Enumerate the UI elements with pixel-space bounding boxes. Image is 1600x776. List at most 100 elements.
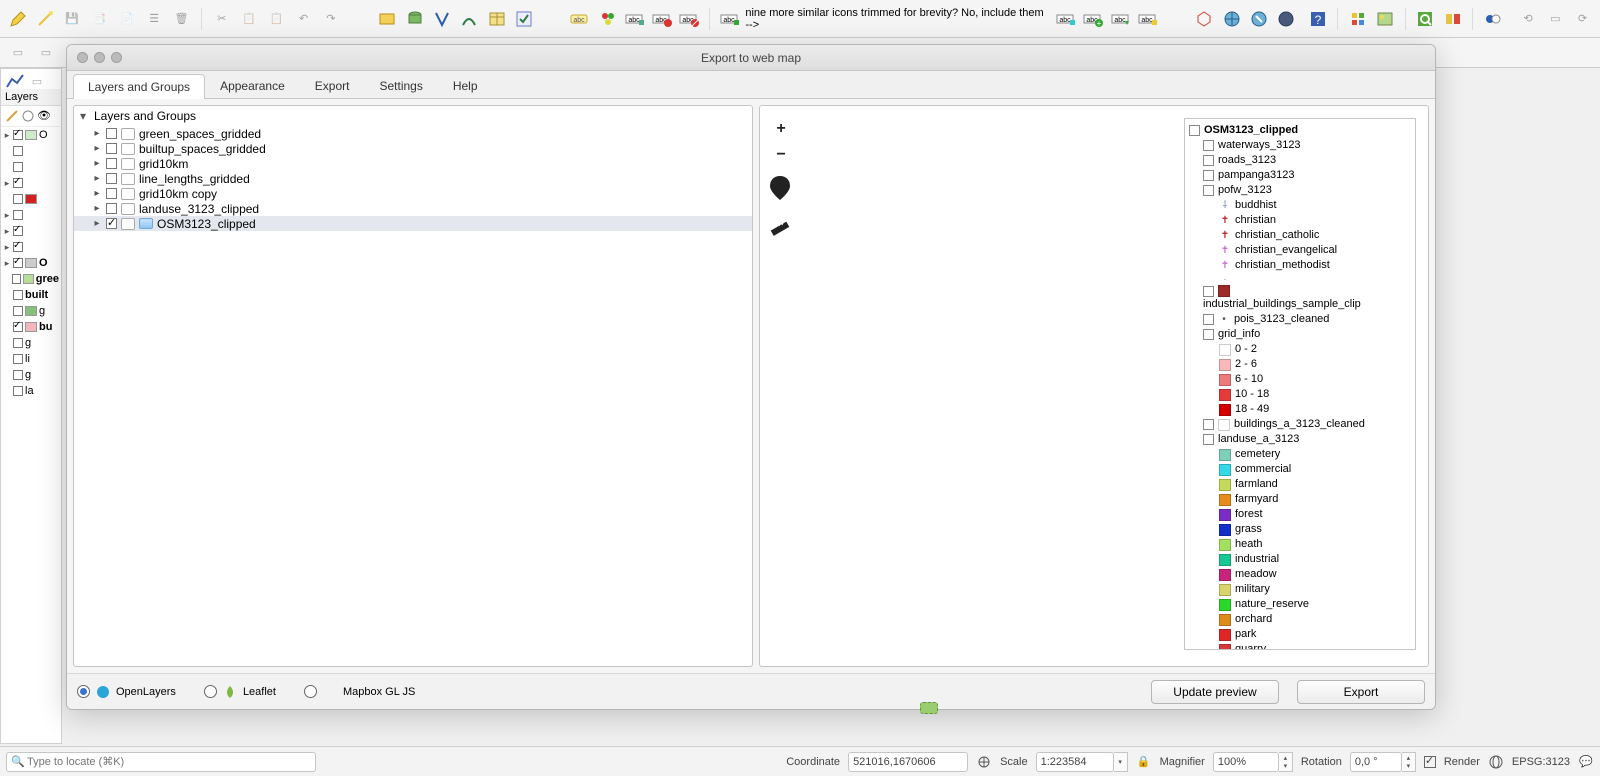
legend-row[interactable]: cemetery [1187, 447, 1413, 462]
image-icon[interactable] [1373, 7, 1396, 31]
crs-icon[interactable] [1488, 754, 1504, 770]
tree-item-landuse_3123_clipped[interactable]: ▸landuse_3123_clipped [74, 201, 752, 216]
layer-checkbox[interactable] [13, 306, 23, 316]
layer-row[interactable]: built [1, 287, 61, 303]
popup-checkbox[interactable] [121, 128, 135, 140]
tree-header[interactable]: ▾ Layers and Groups [74, 106, 752, 126]
tab-export[interactable]: Export [300, 73, 365, 98]
abc-tag-icon[interactable]: abc [569, 7, 592, 31]
attr-table-icon[interactable] [485, 7, 508, 31]
expander-icon[interactable]: ▸ [92, 203, 102, 214]
legend-row[interactable]: grid_info [1187, 327, 1413, 342]
map-preview[interactable]: + − OSM3123_clippedwaterways_3123roads_3… [759, 105, 1429, 667]
tree-item-builtup_spaces_gridded[interactable]: ▸builtup_spaces_gridded [74, 141, 752, 156]
expander-icon[interactable]: ▸ [92, 173, 102, 184]
legend-row[interactable]: •pois_3123_cleaned [1187, 312, 1413, 327]
abc-plus-icon[interactable]: abc+ [1082, 7, 1105, 31]
lock-icon[interactable]: 🔒 [1136, 754, 1152, 770]
engine-radio-leaflet[interactable]: Leaflet [204, 685, 276, 699]
legend-row[interactable]: nature_reserve [1187, 597, 1413, 612]
layer-checkbox[interactable] [13, 354, 23, 364]
legend-row[interactable]: roads_3123 [1187, 153, 1413, 168]
pencil-icon[interactable] [6, 7, 29, 31]
expander-icon[interactable]: ▸ [92, 188, 102, 199]
legend-row[interactable]: ⸸buddhist [1187, 198, 1413, 213]
legend-row[interactable]: pofw_3123 [1187, 183, 1413, 198]
popup-checkbox[interactable] [121, 188, 135, 200]
tree-item-line_lengths_gridded[interactable]: ▸line_lengths_gridded [74, 171, 752, 186]
abc-yellow-icon[interactable]: abc [1136, 7, 1159, 31]
legend-row[interactable]: industrial [1187, 552, 1413, 567]
abc-red-icon[interactable]: abc [651, 7, 674, 31]
legend-row[interactable]: heath [1187, 537, 1413, 552]
layer-checkbox[interactable] [13, 370, 23, 380]
legend-row[interactable]: grass [1187, 522, 1413, 537]
layer-checkbox[interactable] [13, 210, 23, 220]
layer-row[interactable]: ▸O [1, 255, 61, 271]
legend-checkbox[interactable] [1203, 434, 1214, 445]
globe-arrow-icon[interactable] [1247, 7, 1270, 31]
layer-row[interactable]: ▸ [1, 239, 61, 255]
tab-settings[interactable]: Settings [364, 73, 437, 98]
tree-item-grid10km copy[interactable]: ▸grid10km copy [74, 186, 752, 201]
legend-panel[interactable]: OSM3123_clippedwaterways_3123roads_3123p… [1184, 118, 1416, 650]
abc-cyan-icon[interactable]: abc [1054, 7, 1077, 31]
layer-checkbox[interactable] [13, 178, 23, 188]
legend-row[interactable]: industrial_buildings_sample_clip [1187, 297, 1413, 312]
path-icon[interactable] [458, 7, 481, 31]
tab-help[interactable]: Help [438, 73, 493, 98]
legend-row[interactable]: orchard [1187, 612, 1413, 627]
magnifier-stepper[interactable]: ▴▾ [1279, 752, 1293, 772]
legend-checkbox[interactable] [1203, 286, 1214, 297]
radio-icon[interactable] [77, 685, 90, 698]
legend-checkbox[interactable] [1203, 419, 1214, 430]
globe-dark-icon[interactable] [1275, 7, 1298, 31]
box-icon[interactable] [376, 7, 399, 31]
layer-row[interactable]: li [1, 351, 61, 367]
layer-row[interactable] [1, 191, 61, 207]
layer-row[interactable]: ▸O [1, 127, 61, 143]
minimize-window-icon[interactable] [94, 52, 105, 63]
graph-icon[interactable] [5, 73, 25, 89]
tab-layers-and-groups[interactable]: Layers and Groups [73, 74, 205, 99]
tree-item-green_spaces_gridded[interactable]: ▸green_spaces_gridded [74, 126, 752, 141]
layer-checkbox[interactable] [13, 338, 23, 348]
measure-icon[interactable] [768, 216, 790, 238]
legend-checkbox[interactable] [1203, 329, 1214, 340]
formula-icon[interactable] [430, 7, 453, 31]
zoom-out-button[interactable]: − [770, 144, 792, 166]
expander-icon[interactable]: ▸ [92, 218, 102, 229]
layer-checkbox[interactable] [12, 274, 21, 284]
visibility-checkbox[interactable] [106, 188, 117, 199]
layer-checkbox[interactable] [13, 226, 23, 236]
popup-checkbox[interactable] [121, 158, 135, 170]
collapse-icon[interactable]: ▾ [80, 109, 90, 123]
legend-row[interactable]: pampanga3123 [1187, 168, 1413, 183]
abc-no-icon[interactable]: abc [678, 7, 701, 31]
scale-dropdown-icon[interactable]: ▾ [1114, 752, 1128, 772]
popup-checkbox[interactable] [121, 218, 135, 230]
legend-row[interactable]: forest [1187, 507, 1413, 522]
legend-row[interactable] [1187, 285, 1413, 297]
coord-toggle-icon[interactable] [976, 754, 992, 770]
layer-row[interactable]: g [1, 367, 61, 383]
maximize-window-icon[interactable] [111, 52, 122, 63]
layer-checkbox[interactable] [13, 162, 23, 172]
legend-row[interactable]: ✝christian_evangelical [1187, 243, 1413, 258]
render-checkbox[interactable] [1424, 756, 1436, 768]
visibility-checkbox[interactable] [106, 128, 117, 139]
legend-row[interactable]: 2 - 6 [1187, 357, 1413, 372]
layer-filter-icon[interactable] [21, 109, 35, 123]
radio-icon[interactable] [304, 685, 317, 698]
legend-row[interactable]: ✝christian_methodist [1187, 258, 1413, 273]
popup-checkbox[interactable] [121, 173, 135, 185]
layer-checkbox[interactable] [13, 130, 23, 140]
hexagon-icon[interactable] [1193, 7, 1216, 31]
visibility-checkbox[interactable] [106, 203, 117, 214]
expander-icon[interactable]: ▸ [92, 143, 102, 154]
db-icon[interactable] [403, 7, 426, 31]
db-search-icon[interactable] [1414, 7, 1437, 31]
legend-row[interactable]: · [1187, 273, 1413, 285]
legend-checkbox[interactable] [1203, 170, 1214, 181]
engine-radio-mapbox[interactable]: Mapbox GL JS [304, 685, 415, 699]
